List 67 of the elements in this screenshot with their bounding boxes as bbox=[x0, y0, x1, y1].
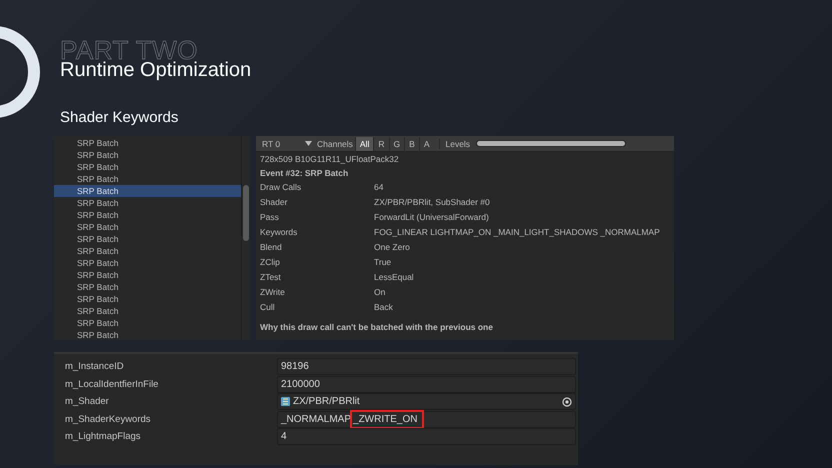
field-value: _NORMALMAP bbox=[281, 414, 352, 425]
channel-toggle[interactable]: All bbox=[354, 136, 374, 150]
event-title: Event #32: SRP Batch bbox=[259, 167, 350, 180]
property-name: Draw Calls bbox=[260, 181, 302, 194]
event-item[interactable]: SRP Batch bbox=[54, 305, 241, 317]
shader-icon bbox=[281, 397, 290, 406]
event-item[interactable]: SRP Batch bbox=[54, 161, 241, 173]
property-value: LessEqual bbox=[374, 271, 414, 284]
property-value: 64 bbox=[374, 181, 384, 194]
property-field[interactable]: 2100000 bbox=[277, 376, 576, 393]
levels-label: Levels bbox=[439, 138, 472, 148]
channel-toggle[interactable]: R bbox=[373, 136, 389, 150]
property-name: Pass bbox=[260, 211, 280, 224]
event-item[interactable]: SRP Batch bbox=[54, 185, 241, 197]
property-name: m_ShaderKeywords bbox=[64, 414, 152, 425]
property-value: True bbox=[374, 256, 392, 269]
target-icon[interactable] bbox=[562, 396, 572, 407]
event-item[interactable]: SRP Batch bbox=[54, 281, 241, 293]
event-item[interactable]: SRP Batch bbox=[54, 137, 241, 149]
event-item[interactable]: SRP Batch bbox=[54, 257, 241, 269]
texture-format: 728x509 B10G11R11_UFloatPack32 bbox=[259, 153, 400, 166]
event-item[interactable]: SRP Batch bbox=[54, 269, 241, 281]
property-value: ZX/PBR/PBRlit, SubShader #0 bbox=[374, 196, 490, 209]
property-field[interactable]: ZX/PBR/PBRlit bbox=[277, 393, 576, 410]
slide-kicker: PART TWO bbox=[60, 40, 198, 62]
property-name: ZWrite bbox=[260, 286, 286, 299]
property-name: m_LocalIdentfierInFile bbox=[64, 378, 160, 390]
property-name: m_InstanceID bbox=[64, 361, 125, 372]
property-value: One Zero bbox=[374, 241, 410, 254]
event-item[interactable]: SRP Batch bbox=[54, 173, 241, 185]
property-name: Shader bbox=[260, 196, 288, 209]
property-value: ForwardLit (UniversalForward) bbox=[374, 211, 489, 224]
event-item[interactable]: SRP Batch bbox=[54, 149, 241, 161]
caret-icon bbox=[305, 141, 312, 146]
field-value: ZX/PBR/PBRlit bbox=[293, 396, 360, 408]
property-field[interactable]: _NORMALMAP _ZWRITE_ON bbox=[277, 410, 576, 428]
property-name: Cull bbox=[260, 301, 276, 314]
event-item[interactable]: SRP Batch bbox=[54, 317, 241, 329]
event-item[interactable]: SRP Batch bbox=[54, 329, 241, 341]
property-name: Keywords bbox=[260, 226, 298, 239]
property-name: m_Shader bbox=[64, 396, 110, 408]
channel-toggle[interactable]: G bbox=[388, 136, 404, 150]
field-value: 4 bbox=[281, 431, 287, 442]
event-item[interactable]: SRP Batch bbox=[54, 293, 241, 305]
channel-toggle[interactable]: A bbox=[418, 136, 434, 150]
event-item[interactable]: SRP Batch bbox=[54, 197, 241, 209]
event-item[interactable]: SRP Batch bbox=[54, 245, 241, 257]
property-name: ZClip bbox=[260, 256, 281, 269]
event-item[interactable]: SRP Batch bbox=[54, 221, 241, 233]
property-value: Back bbox=[374, 301, 393, 314]
property-field[interactable]: 98196 bbox=[277, 358, 576, 376]
property-field[interactable]: 4 bbox=[277, 428, 576, 446]
channel-toggle[interactable]: B bbox=[404, 136, 419, 150]
channels-label: Channels bbox=[316, 138, 354, 148]
slide-title: Runtime Optimization bbox=[60, 60, 252, 80]
property-name: Blend bbox=[260, 241, 283, 254]
event-item[interactable]: SRP Batch bbox=[54, 209, 241, 221]
field-value: 2100000 bbox=[281, 378, 320, 390]
property-value: On bbox=[374, 286, 386, 299]
property-value: FOG_LINEAR LIGHTMAP_ON _MAIN_LIGHT_SHADOWS _NORMALMAP bbox=[374, 226, 660, 239]
property-name: ZTest bbox=[260, 271, 282, 284]
field-value: 98196 bbox=[281, 361, 309, 372]
scrollbar-thumb[interactable] bbox=[243, 185, 249, 241]
event-item[interactable]: SRP Batch bbox=[54, 233, 241, 245]
slide-subtitle: Shader Keywords bbox=[60, 109, 180, 126]
batch-note: Why this draw call can't be batched with the previous one bbox=[259, 321, 494, 334]
property-name: m_LightmapFlags bbox=[64, 431, 142, 442]
